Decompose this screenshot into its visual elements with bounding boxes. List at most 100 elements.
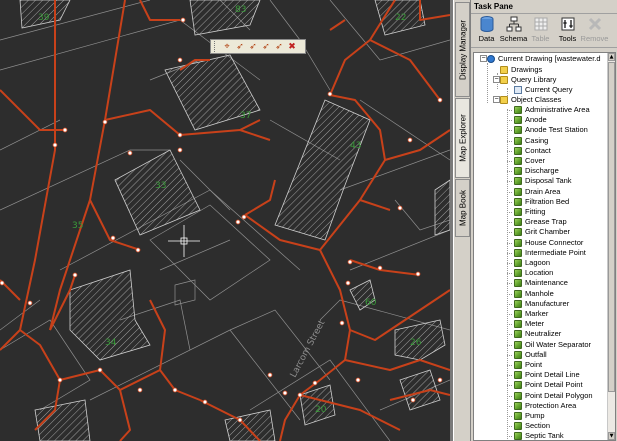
object-class-icon (514, 126, 522, 135)
tree-node-object-class[interactable]: Filtration Bed (514, 197, 569, 207)
object-class-icon (514, 371, 522, 380)
tree-node-object-class[interactable]: Casing (514, 136, 548, 146)
tree-node-object-class[interactable]: Oil Water Separator (514, 340, 591, 350)
tree-node-current-query[interactable]: Current Query (514, 85, 573, 95)
scroll-down-arrow-icon[interactable]: ▼ (608, 432, 615, 440)
tree-node-object-class[interactable]: Administrative Area (514, 105, 590, 115)
collapse-object-classes-toggle[interactable]: − (493, 96, 500, 103)
edit-arrow-icon[interactable]: ➶ (234, 41, 246, 53)
object-class-icon (514, 218, 522, 227)
tree-node-object-class[interactable]: Meter (514, 319, 544, 329)
tree-node-label: Point (525, 360, 543, 369)
edit-arrow-icon[interactable]: ➶ (260, 41, 272, 53)
tree-node-label: Intermediate Point (525, 247, 586, 257)
tree-node-object-class[interactable]: Manhole (514, 289, 554, 299)
tree-node-object-class[interactable]: Drain Area (514, 187, 560, 197)
scroll-thumb[interactable] (608, 62, 615, 392)
map-drawing[interactable]: 83 39 37 33 43 35 22 34 26 60 20 Larcom … (0, 0, 450, 441)
tree-node-label: Discharge (525, 166, 559, 176)
map-canvas[interactable]: 83 39 37 33 43 35 22 34 26 60 20 Larcom … (0, 0, 450, 441)
tree-node-label: Current Drawing [wastewater.d (498, 54, 601, 63)
edit-arrow-icon[interactable]: ➶ (247, 41, 259, 53)
parcel-label: 43 (350, 141, 361, 151)
tree-node-object-class[interactable]: Point Detail Line (514, 370, 580, 380)
tree-node-current-drawing[interactable]: Current Drawing [wastewater.d (487, 54, 601, 64)
tree-node-object-class[interactable]: Maintenance (514, 278, 568, 288)
tree-node-object-class[interactable]: Fitting (514, 207, 545, 217)
tree-node-object-class[interactable]: Discharge (514, 166, 559, 176)
tree-node-label: Anode Test Station (525, 125, 588, 135)
collapse-query-library-toggle[interactable]: − (493, 76, 500, 83)
tree-node-label: Administrative Area (525, 105, 590, 114)
tree-node-object-class[interactable]: Disposal Tank (514, 176, 572, 186)
tree-node-query-library[interactable]: Query Library (500, 75, 556, 85)
toolbar-grip[interactable] (214, 41, 218, 52)
tree-node-label: Neutralizer (525, 329, 562, 339)
folder-icon (500, 76, 508, 84)
tree-node-object-class[interactable]: Point Detail Polygon (514, 391, 593, 401)
tree-node-label: Location (525, 268, 554, 278)
delete-vertex-icon[interactable]: ✖ (286, 41, 298, 53)
tree-node-label: Drain Area (525, 186, 561, 196)
tree-node-drawings[interactable]: Drawings (500, 65, 542, 75)
tree-node-object-class[interactable]: Anode (514, 115, 547, 125)
tree-node-label: Anode (525, 115, 547, 125)
object-class-icon (514, 289, 522, 298)
schema-button[interactable]: Schema (500, 16, 527, 47)
object-class-icon (514, 391, 522, 400)
query-icon (514, 86, 522, 94)
tree-node-label: Marker (525, 309, 549, 318)
map-explorer-tree[interactable]: − Current Drawing [wastewater.d Drawings… (473, 52, 616, 441)
tree-node-object-classes[interactable]: Object Classes (500, 95, 561, 105)
tab-map-book[interactable]: Map Book (455, 179, 470, 237)
tree-node-label: Section (525, 421, 551, 431)
object-class-icon (514, 361, 522, 369)
tree-node-object-class[interactable]: Septic Tank (514, 431, 564, 441)
tree-node-object-class[interactable]: Grease Trap (514, 217, 567, 227)
tree-node-object-class[interactable]: Point Detail Point (514, 380, 583, 390)
object-class-icon (514, 330, 522, 339)
side-tab-strip: Display Manager Map Explorer Map Book (453, 0, 470, 441)
tree-node-object-class[interactable]: Point (514, 360, 542, 370)
tree-node-label: Object Classes (511, 95, 562, 104)
tree-node-object-class[interactable]: Section (514, 421, 550, 431)
table-button[interactable]: Table (527, 16, 554, 47)
tree-node-label: Filtration Bed (525, 196, 570, 206)
tree-node-object-class[interactable]: House Connector (514, 238, 583, 248)
tree-node-label: Drawings (511, 65, 543, 74)
tree-node-label: House Connector (525, 237, 584, 247)
collapse-root-toggle[interactable]: − (480, 55, 487, 62)
tree-node-label: Contact (525, 145, 551, 155)
tree-scrollbar[interactable]: ▲ ▼ (607, 53, 615, 440)
select-vertex-icon[interactable]: ⌖ (221, 41, 233, 53)
tree-node-object-class[interactable]: Intermediate Point (514, 248, 586, 258)
tree-node-label: Outfall (525, 349, 547, 359)
tree-node-object-class[interactable]: Manufacturer (514, 299, 569, 309)
tree-node-label: Casing (525, 135, 549, 145)
data-button[interactable]: Data (473, 16, 500, 47)
tree-node-object-class[interactable]: Neutralizer (514, 329, 561, 339)
edit-arrow-icon[interactable]: ➶ (273, 41, 285, 53)
tree-node-object-class[interactable]: Outfall (514, 350, 547, 360)
tree-node-object-class[interactable]: Grit Chamber (514, 227, 570, 237)
tree-node-object-class[interactable]: Pump (514, 411, 545, 421)
tree-node-object-class[interactable]: Anode Test Station (514, 125, 588, 135)
scroll-up-arrow-icon[interactable]: ▲ (608, 53, 615, 61)
tab-map-explorer[interactable]: Map Explorer (455, 98, 470, 178)
tab-display-manager[interactable]: Display Manager (455, 2, 470, 97)
tree-node-object-class[interactable]: Cover (514, 156, 545, 166)
object-class-icon (514, 350, 522, 359)
parcel-label: 60 (365, 298, 377, 308)
tree-node-object-class[interactable]: Marker (514, 309, 548, 319)
tree-node-object-class[interactable]: Protection Area (514, 401, 576, 411)
tree-node-label: Septic Tank (525, 431, 564, 441)
tab-label: Map Book (458, 189, 467, 227)
tree-node-object-class[interactable]: Location (514, 268, 553, 278)
tree-node-label: Meter (525, 319, 545, 329)
tools-button[interactable]: Tools (554, 16, 581, 47)
object-class-icon (514, 320, 522, 329)
tree-node-object-class[interactable]: Lagoon (514, 258, 550, 268)
remove-button[interactable]: Remove (581, 16, 608, 47)
tree-node-object-class[interactable]: Contact (514, 146, 551, 156)
tools-button-label: Tools (558, 34, 577, 43)
